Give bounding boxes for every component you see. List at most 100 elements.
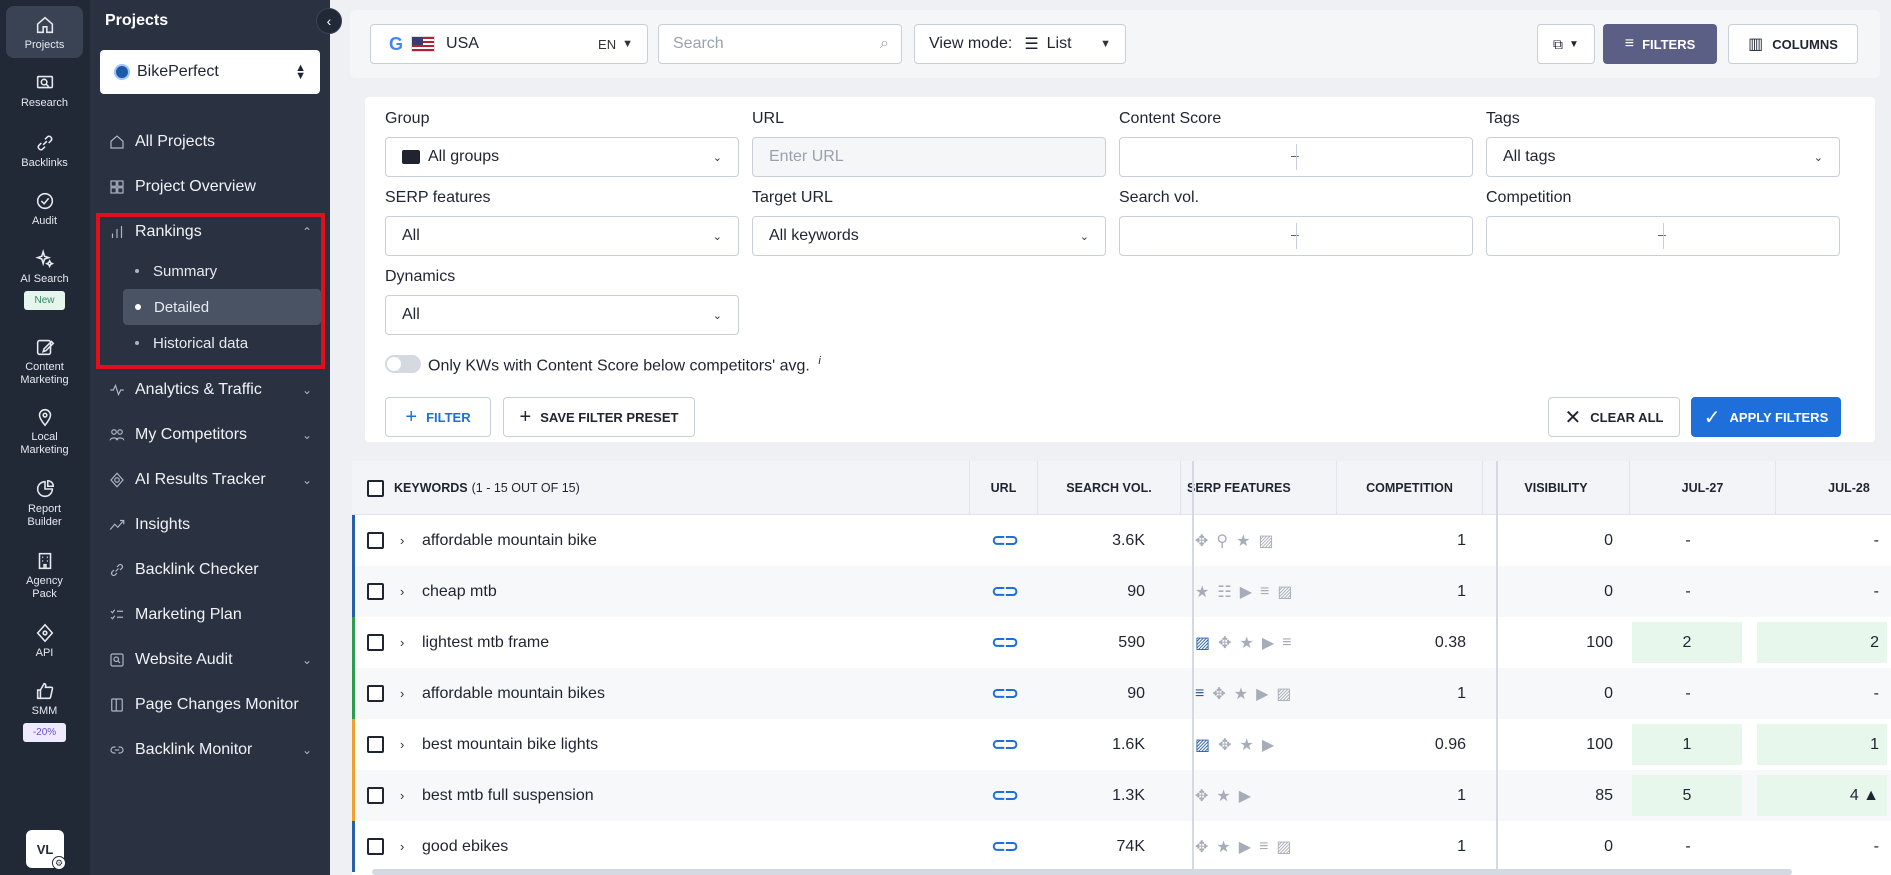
table-row[interactable]: › cheap mtb ⊂⊃ 90 ★ ☷ ▶ ≡ ▨ 1 0 - - (352, 566, 1891, 617)
row-checkbox[interactable] (367, 617, 384, 668)
link-icon[interactable]: ⊂⊃ (970, 770, 1038, 821)
url-label: URL (752, 110, 785, 127)
keyword-text[interactable]: cheap mtb (422, 566, 497, 617)
link-icon[interactable]: ⊂⊃ (970, 821, 1038, 872)
rail-smm[interactable]: SMM -20% (6, 680, 83, 742)
sidebar-item-website-audit[interactable]: Website Audit ⌄ (90, 642, 330, 678)
location-selector[interactable]: G USA EN ▼ (370, 24, 648, 64)
row-checkbox[interactable] (367, 719, 384, 770)
chevron-down-icon: ⌄ (301, 473, 312, 487)
pin-icon (38, 408, 51, 427)
search-input[interactable]: Search ⌕ (658, 24, 902, 64)
header-search-vol[interactable]: SEARCH VOL. (1038, 461, 1181, 515)
header-competition[interactable]: COMPETITION (1337, 461, 1483, 515)
chevron-right-icon[interactable]: › (400, 668, 404, 719)
rail-audit[interactable]: Audit (6, 190, 83, 228)
keyword-text[interactable]: best mtb full suspension (422, 770, 594, 821)
project-selector[interactable]: BikePerfect ▲ ▼ (100, 50, 320, 94)
row-checkbox[interactable] (367, 668, 384, 719)
rail-api[interactable]: API (6, 622, 83, 660)
columns-button[interactable]: ▥ COLUMNS (1728, 24, 1858, 64)
keyword-text[interactable]: affordable mountain bike (422, 515, 597, 566)
rail-content-marketing[interactable]: Content Marketing (6, 336, 83, 387)
content-score-range[interactable] (1119, 137, 1473, 177)
search-vol-range[interactable] (1119, 216, 1473, 256)
header-serp-features[interactable]: SERP FEATURES (1181, 461, 1337, 515)
chevron-right-icon[interactable]: › (400, 770, 404, 821)
filters-button[interactable]: ≡ FILTERS (1603, 24, 1717, 64)
serp-features-select[interactable]: All ⌄ (385, 216, 739, 256)
save-filter-preset-button[interactable]: + SAVE FILTER PRESET (503, 397, 695, 437)
sidebar-item-analytics-traffic[interactable]: Analytics & Traffic ⌄ (90, 372, 330, 408)
chevron-right-icon[interactable]: › (400, 617, 404, 668)
keyword-text[interactable]: good ebikes (422, 821, 508, 872)
row-checkbox[interactable] (367, 515, 384, 566)
rail-ai-search[interactable]: AI Search New (6, 248, 83, 310)
sidebar-item-backlink-monitor[interactable]: Backlink Monitor ⌄ (90, 732, 330, 768)
sidebar-item-backlink-checker[interactable]: Backlink Checker (90, 552, 330, 588)
chevron-left-icon[interactable]: ‹ (316, 8, 342, 34)
rail-label: API (35, 647, 54, 659)
horizontal-scrollbar[interactable] (372, 869, 1792, 875)
header-visibility[interactable]: VISIBILITY (1483, 461, 1630, 515)
tags-select[interactable]: All tags ⌄ (1486, 137, 1840, 177)
link-icon[interactable]: ⊂⊃ (970, 617, 1038, 668)
header-url[interactable]: URL (970, 461, 1038, 515)
keyword-text[interactable]: lightest mtb frame (422, 617, 549, 668)
sidebar-item-insights[interactable]: Insights (90, 507, 330, 543)
rail-agency-pack[interactable]: Agency Pack (6, 550, 83, 601)
row-checkbox[interactable] (367, 770, 384, 821)
table-row[interactable]: › good ebikes ⊂⊃ 74K ✥ ★ ▶ ≡ ▨ 1 0 - - (352, 821, 1891, 872)
rail-label: Report Builder (27, 503, 62, 528)
sidebar-item-marketing-plan[interactable]: Marketing Plan (90, 597, 330, 633)
sidebar-item-page-changes-monitor[interactable]: Page Changes Monitor (90, 687, 330, 723)
rail-local-marketing[interactable]: Local Marketing (6, 406, 83, 457)
row-checkbox[interactable] (367, 566, 384, 617)
header-date-1[interactable]: JUL-27 (1630, 461, 1776, 515)
serp-star-icon: ★ (1239, 634, 1254, 652)
copy-button[interactable]: ⧉ ▼ (1537, 24, 1595, 64)
row-checkbox[interactable] (367, 821, 384, 872)
rail-projects[interactable]: Projects (6, 6, 83, 58)
header-date-2[interactable]: JUL-28 (1776, 461, 1891, 515)
link-icon[interactable]: ⊂⊃ (970, 515, 1038, 566)
sidebar-item-all-projects[interactable]: All Projects (90, 124, 330, 160)
competition-range[interactable] (1486, 216, 1840, 256)
group-select[interactable]: All groups ⌄ (385, 137, 739, 177)
keyword-text[interactable]: affordable mountain bikes (422, 668, 605, 719)
thumb-icon (36, 682, 53, 700)
dynamics-select[interactable]: All ⌄ (385, 295, 739, 335)
gear-icon[interactable]: ⚙ (52, 856, 66, 870)
link-icon[interactable]: ⊂⊃ (970, 719, 1038, 770)
keyword-text[interactable]: best mountain bike lights (422, 719, 598, 770)
header-keywords[interactable]: KEYWORDS (1 - 15 OUT OF 15) (352, 461, 970, 515)
sidebar-item-project-overview[interactable]: Project Overview (90, 169, 330, 205)
info-icon[interactable]: i (818, 355, 820, 367)
sidebar-item-label: Analytics & Traffic (135, 381, 262, 398)
chevron-right-icon[interactable]: › (400, 566, 404, 617)
link-icon[interactable]: ⊂⊃ (970, 668, 1038, 719)
table-row[interactable]: › best mtb full suspension ⊂⊃ 1.3K ✥ ★ ▶ 1… (352, 770, 1891, 821)
apply-filters-button[interactable]: ✓ APPLY FILTERS (1691, 397, 1841, 437)
rail-report-builder[interactable]: Report Builder (6, 478, 83, 529)
chevron-right-icon[interactable]: › (400, 821, 404, 872)
chevron-right-icon[interactable]: › (400, 719, 404, 770)
view-mode-selector[interactable]: View mode: ☰ List ▼ (914, 24, 1126, 64)
select-all-checkbox[interactable] (367, 479, 384, 497)
rail-backlinks[interactable]: Backlinks (6, 132, 83, 170)
serp-star-icon: ★ (1233, 685, 1249, 703)
chevron-right-icon[interactable]: › (400, 515, 404, 566)
url-input[interactable]: Enter URL (752, 137, 1106, 177)
table-row[interactable]: › lightest mtb frame ⊂⊃ 590 ▨ ✥ ★ ▶ ≡ 0.38 1… (352, 617, 1891, 668)
add-filter-button[interactable]: + FILTER (385, 397, 491, 437)
rail-research[interactable]: Research (6, 72, 83, 110)
table-row[interactable]: › best mountain bike lights ⊂⊃ 1.6K ▨ ✥ ★ ▶… (352, 719, 1891, 770)
clear-all-button[interactable]: ✕ CLEAR ALL (1548, 397, 1680, 437)
sidebar-item-ai-results-tracker[interactable]: AI Results Tracker ⌄ (90, 462, 330, 498)
sidebar-item-my-competitors[interactable]: My Competitors ⌄ (90, 417, 330, 453)
table-row[interactable]: › affordable mountain bike ⊂⊃ 3.6K ✥ ⚲ ★ ▨ … (352, 515, 1891, 566)
content-score-toggle[interactable] (385, 355, 421, 373)
target-url-select[interactable]: All keywords ⌄ (752, 216, 1106, 256)
table-row[interactable]: › affordable mountain bikes ⊂⊃ 90 ≡ ✥ ★ ▶ ▨ … (352, 668, 1891, 719)
link-icon[interactable]: ⊂⊃ (970, 566, 1038, 617)
